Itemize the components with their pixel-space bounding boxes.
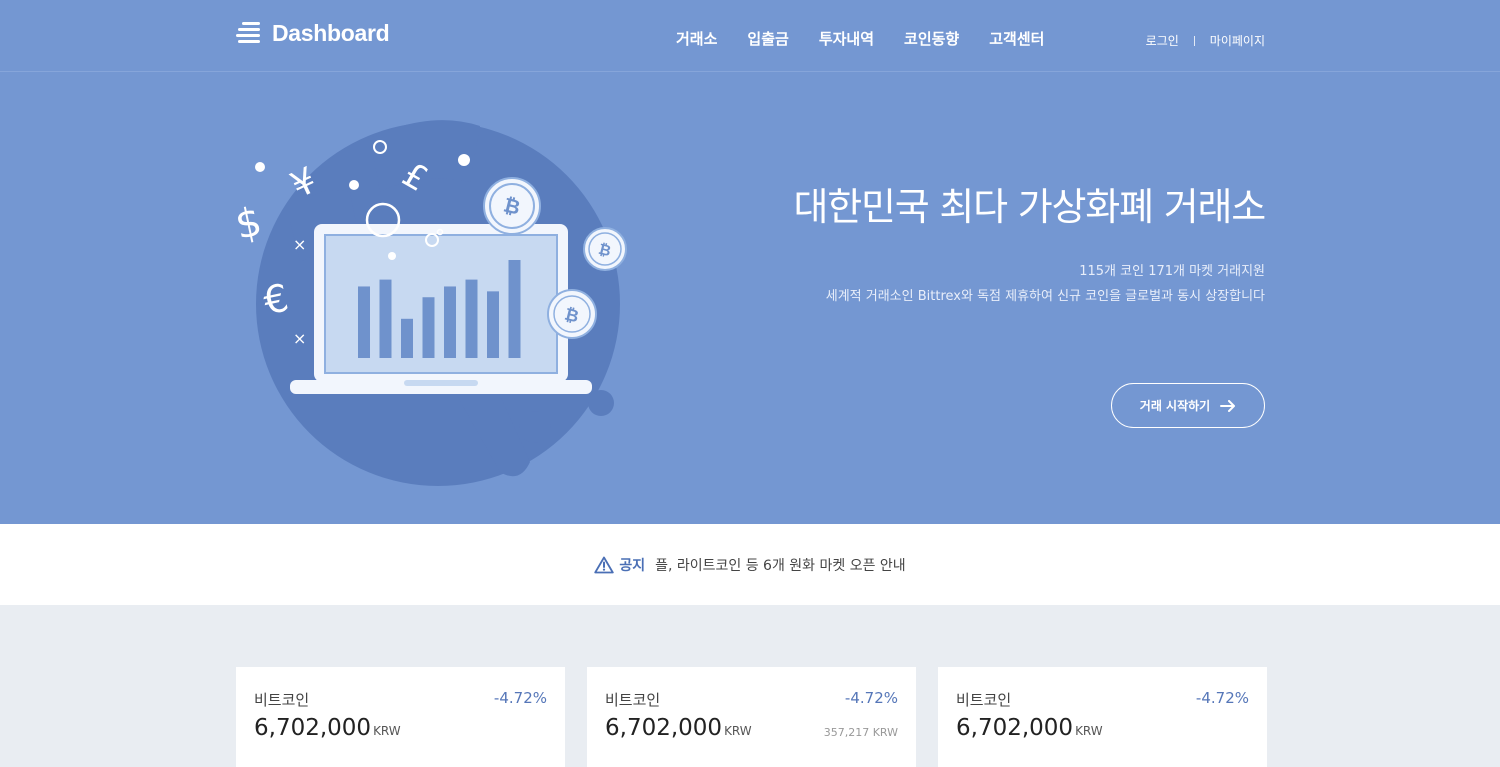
coin-name: 비트코인 <box>254 691 310 709</box>
nav-exchange[interactable]: 거래소 <box>676 28 717 49</box>
hero-illustration: $ ¥ € £ × × ₿ ₿ ₿ <box>231 120 627 486</box>
chart-bar <box>379 279 392 358</box>
nav-deposit-withdraw[interactable]: 입출금 <box>747 28 788 49</box>
coin-price: 6,702,000 KRW <box>956 715 1103 741</box>
top-header: Dashboard 거래소 입출금 투자내역 코인동향 고객센터 로그인 마이페… <box>0 0 1500 72</box>
price-change: -4.72% <box>1195 689 1249 707</box>
chart-bar <box>508 260 521 358</box>
coin-name: 비트코인 <box>956 691 1012 709</box>
user-links: 로그인 마이페이지 <box>1146 32 1265 49</box>
coin-name: 비트코인 <box>605 691 661 709</box>
bitcoin-icon: ₿ <box>583 227 627 271</box>
ticker-card[interactable]: 비트코인 -4.72% 6,702,000 KRW 357,217 KRW <box>587 667 916 767</box>
chart-bar <box>465 279 478 358</box>
coin-price: 6,702,000 KRW <box>254 715 401 741</box>
chart-bar <box>422 297 435 358</box>
chart-bar <box>444 286 456 358</box>
start-trading-button[interactable]: 거래 시작하기 <box>1111 383 1265 428</box>
logo-icon <box>236 21 262 47</box>
notice-label: 공지 <box>619 557 646 574</box>
coin-price: 6,702,000 KRW <box>605 715 752 741</box>
trade-volume: 357,217 KRW <box>823 726 898 739</box>
start-trading-label: 거래 시작하기 <box>1139 399 1211 413</box>
ticker-cards: 비트코인 -4.72% 6,702,000 KRW 비트코인 -4.72% 6,7… <box>236 667 1267 767</box>
price-unit: KRW <box>1075 724 1103 738</box>
chart-bar <box>487 291 499 358</box>
logo[interactable]: Dashboard <box>236 20 390 47</box>
price-change: -4.72% <box>493 689 547 707</box>
login-link[interactable]: 로그인 <box>1146 32 1179 49</box>
arrow-right-icon <box>1220 399 1236 412</box>
nav-coin-trends[interactable]: 코인동향 <box>904 28 959 49</box>
divider <box>1193 35 1195 46</box>
notice-bar[interactable]: 공지 플, 라이트코인 등 6개 원화 마켓 오픈 안내 <box>0 524 1500 605</box>
price-unit: KRW <box>373 724 401 738</box>
dollar-icon: $ <box>231 199 265 249</box>
bitcoin-icon: ₿ <box>547 289 597 339</box>
hero-subtitle-coins: 115개 코인 171개 마켓 거래지원 <box>1079 264 1265 279</box>
price-value: 6,702,000 <box>956 715 1074 741</box>
hero-title: 대한민국 최다 가상화폐 거래소 <box>793 185 1266 229</box>
chart-bar <box>358 286 370 358</box>
logo-text: Dashboard <box>272 20 390 46</box>
cross-icon: × <box>293 235 306 254</box>
laptop-icon <box>290 224 592 394</box>
price-change: -4.72% <box>844 689 898 707</box>
warning-icon <box>594 556 615 573</box>
price-value: 6,702,000 <box>605 715 723 741</box>
nav-customer-center[interactable]: 고객센터 <box>989 28 1044 49</box>
main-nav: 거래소 입출금 투자내역 코인동향 고객센터 <box>676 28 1044 49</box>
chart-bar <box>401 318 413 358</box>
price-value: 6,702,000 <box>254 715 372 741</box>
notice-text[interactable]: 플, 라이트코인 등 6개 원화 마켓 오픈 안내 <box>655 555 906 575</box>
price-unit: KRW <box>724 724 752 738</box>
cross-icon: × <box>293 329 306 348</box>
hero-banner: $ ¥ € £ × × ₿ ₿ ₿ 대한민국 최다 가상화폐 거래소 115개 … <box>0 72 1500 524</box>
ticker-card[interactable]: 비트코인 -4.72% 6,702,000 KRW <box>236 667 565 767</box>
hero-subtitle-partnership: 세계적 거래소인 Bittrex와 독점 제휴하여 신규 코인을 글로벌과 동시… <box>825 289 1265 304</box>
nav-investment-history[interactable]: 투자내역 <box>819 28 874 49</box>
bitcoin-icon: ₿ <box>483 177 541 235</box>
ticker-card[interactable]: 비트코인 -4.72% 6,702,000 KRW <box>938 667 1267 767</box>
mypage-link[interactable]: 마이페이지 <box>1210 32 1265 49</box>
